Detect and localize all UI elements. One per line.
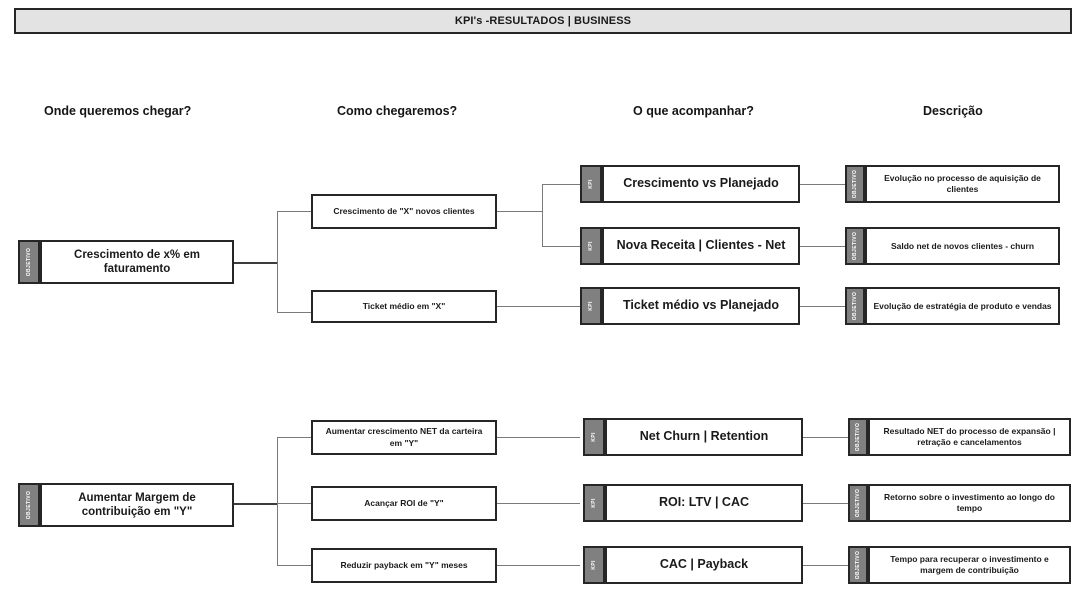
description-tab-label: OBJETIVO: [855, 422, 862, 452]
connector-s2-objective-out: [234, 503, 278, 505]
kpi-box-s2-1[interactable]: KPI Net Churn | Retention: [583, 418, 803, 456]
kpi-label-s1-2: Nova Receita | Clientes - Net: [602, 227, 800, 265]
description-tab-s1-1: OBJETIVO: [845, 165, 865, 203]
description-tab-s2-1: OBJETIVO: [848, 418, 868, 456]
description-label-s1-1: Evolução no processo de aquisição de cli…: [865, 165, 1060, 203]
objective-box-s2[interactable]: OBJETIVO Aumentar Margem de contribuição…: [18, 483, 234, 527]
connector-s1-to-strategy-1: [277, 211, 311, 212]
objective-label-s1: Crescimento de x% em faturamento: [40, 240, 234, 284]
page-title-bar: KPI's -RESULTADOS | BUSINESS: [14, 8, 1072, 34]
connector-s2-kpi3-to-desc3: [803, 565, 848, 566]
description-tab-s1-2: OBJETIVO: [845, 227, 865, 265]
kpi-box-s1-3[interactable]: KPI Ticket médio vs Planejado: [580, 287, 800, 325]
connector-s1-to-strategy-2: [277, 312, 311, 313]
strategy-box-s1-1[interactable]: Crescimento de "X" novos clientes: [311, 194, 497, 229]
objective-tab-s2: OBJETIVO: [18, 483, 40, 527]
connector-s2-strategy3-to-kpi-3: [497, 565, 580, 566]
description-box-s1-3[interactable]: OBJETIVO Evolução de estratégia de produ…: [845, 287, 1060, 325]
connector-s1-objective-out: [234, 262, 278, 264]
connector-s2-spine: [277, 437, 278, 566]
description-label-s1-2: Saldo net de novos clientes - churn: [865, 227, 1060, 265]
column-heading-description: Descrição: [923, 104, 983, 118]
connector-s2-to-strategy-3: [277, 565, 311, 566]
kpi-label-s1-1: Crescimento vs Planejado: [602, 165, 800, 203]
description-label-s1-3: Evolução de estratégia de produto e vend…: [865, 287, 1060, 325]
description-tab-label: OBJETIVO: [855, 488, 862, 518]
strategy-box-s2-1[interactable]: Aumentar crescimento NET da carteira em …: [311, 420, 497, 455]
kpi-label-s1-3: Ticket médio vs Planejado: [602, 287, 800, 325]
objective-tab-label: OBJETIVO: [26, 490, 33, 520]
kpi-box-s2-2[interactable]: KPI ROI: LTV | CAC: [583, 484, 803, 522]
kpi-tab-label: KPI: [587, 241, 594, 251]
kpi-tab-label: KPI: [590, 432, 597, 442]
description-tab-s2-3: OBJETIVO: [848, 546, 868, 584]
connector-s1-kpi-spine: [542, 184, 543, 247]
strategy-box-s1-2[interactable]: Ticket médio em "X": [311, 290, 497, 323]
kpi-label-s2-2: ROI: LTV | CAC: [605, 484, 803, 522]
connector-s1-strategy1-out: [497, 211, 543, 212]
kpi-label-s2-3: CAC | Payback: [605, 546, 803, 584]
strategy-box-s2-2[interactable]: Acançar ROI de "Y": [311, 486, 497, 521]
connector-s1-kpi2-to-desc2: [800, 246, 845, 247]
description-tab-label: OBJETIVO: [852, 231, 859, 261]
connector-s1-strategy2-to-kpi-3: [497, 306, 580, 307]
kpi-tab-label: KPI: [590, 498, 597, 508]
description-box-s1-2[interactable]: OBJETIVO Saldo net de novos clientes - c…: [845, 227, 1060, 265]
connector-s1-kpi1-to-desc1: [800, 184, 845, 185]
description-tab-label: OBJETIVO: [852, 291, 859, 321]
connector-s1-spine: [277, 211, 278, 313]
objective-tab-s1: OBJETIVO: [18, 240, 40, 284]
connector-s2-to-strategy-2: [277, 503, 311, 504]
kpi-tab-label: KPI: [590, 560, 597, 570]
description-label-s2-3: Tempo para recuperar o investimento e ma…: [868, 546, 1071, 584]
connector-s1-kpi3-to-desc3: [800, 306, 845, 307]
description-label-s2-1: Resultado NET do processo de expansão | …: [868, 418, 1071, 456]
kpi-tab-s2-3: KPI: [583, 546, 605, 584]
kpi-tab-s2-2: KPI: [583, 484, 605, 522]
column-heading-where: Onde queremos chegar?: [44, 104, 192, 118]
objective-box-s1[interactable]: OBJETIVO Crescimento de x% em faturament…: [18, 240, 234, 284]
description-box-s2-3[interactable]: OBJETIVO Tempo para recuperar o investim…: [848, 546, 1071, 584]
description-box-s2-2[interactable]: OBJETIVO Retorno sobre o investimento ao…: [848, 484, 1071, 522]
connector-s2-to-strategy-1: [277, 437, 311, 438]
strategy-box-s2-3[interactable]: Reduzir payback em "Y" meses: [311, 548, 497, 583]
description-tab-label: OBJETIVO: [855, 550, 862, 580]
connector-s2-kpi2-to-desc2: [803, 503, 848, 504]
kpi-box-s1-2[interactable]: KPI Nova Receita | Clientes - Net: [580, 227, 800, 265]
page-title: KPI's -RESULTADOS | BUSINESS: [454, 15, 632, 27]
kpi-tab-label: KPI: [587, 301, 594, 311]
objective-label-s2: Aumentar Margem de contribuição em "Y": [40, 483, 234, 527]
column-heading-how: Como chegaremos?: [337, 104, 458, 118]
kpi-tab-label: KPI: [587, 179, 594, 189]
description-tab-s1-3: OBJETIVO: [845, 287, 865, 325]
description-tab-s2-2: OBJETIVO: [848, 484, 868, 522]
kpi-tab-s2-1: KPI: [583, 418, 605, 456]
kpi-box-s1-1[interactable]: KPI Crescimento vs Planejado: [580, 165, 800, 203]
kpi-tab-s1-3: KPI: [580, 287, 602, 325]
description-box-s2-1[interactable]: OBJETIVO Resultado NET do processo de ex…: [848, 418, 1071, 456]
description-tab-label: OBJETIVO: [852, 169, 859, 199]
connector-s2-strategy1-to-kpi-1: [497, 437, 580, 438]
connector-s2-kpi1-to-desc1: [803, 437, 848, 438]
objective-tab-label: OBJETIVO: [26, 247, 33, 277]
kpi-tab-s1-1: KPI: [580, 165, 602, 203]
connector-s1-to-kpi-2: [542, 246, 580, 247]
column-heading-what-to-track: O que acompanhar?: [633, 104, 754, 118]
connector-s1-to-kpi-1: [542, 184, 580, 185]
connector-s2-strategy2-to-kpi-2: [497, 503, 580, 504]
kpi-tab-s1-2: KPI: [580, 227, 602, 265]
description-box-s1-1[interactable]: OBJETIVO Evolução no processo de aquisiç…: [845, 165, 1060, 203]
kpi-box-s2-3[interactable]: KPI CAC | Payback: [583, 546, 803, 584]
description-label-s2-2: Retorno sobre o investimento ao longo do…: [868, 484, 1071, 522]
kpi-label-s2-1: Net Churn | Retention: [605, 418, 803, 456]
